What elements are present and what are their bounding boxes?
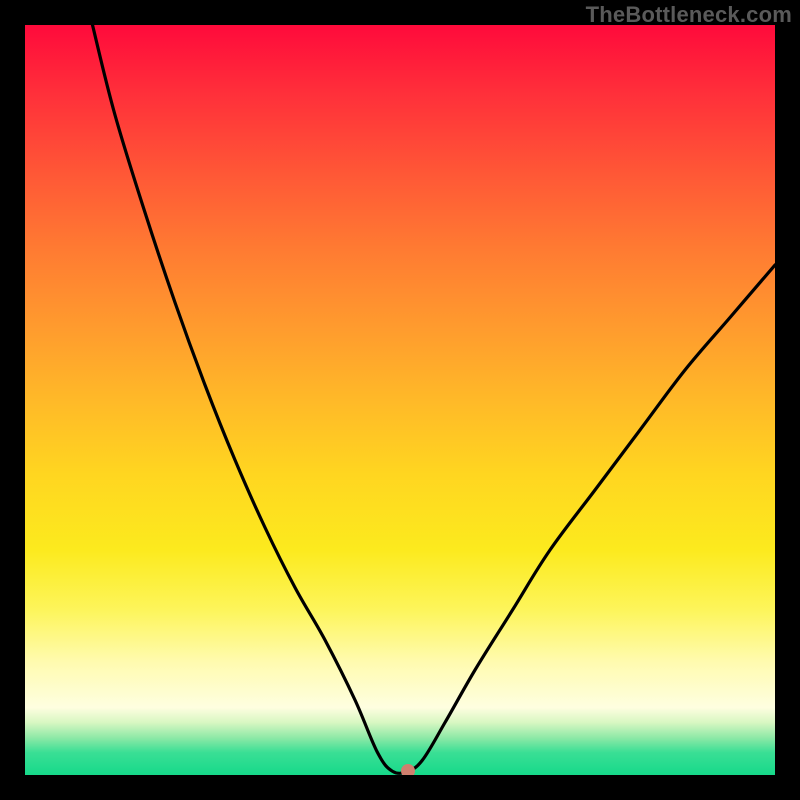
- minimum-marker: [401, 764, 415, 775]
- watermark-text: TheBottleneck.com: [586, 2, 792, 28]
- plot-area: [25, 25, 775, 775]
- chart-frame: TheBottleneck.com: [0, 0, 800, 800]
- bottleneck-curve: [25, 25, 775, 775]
